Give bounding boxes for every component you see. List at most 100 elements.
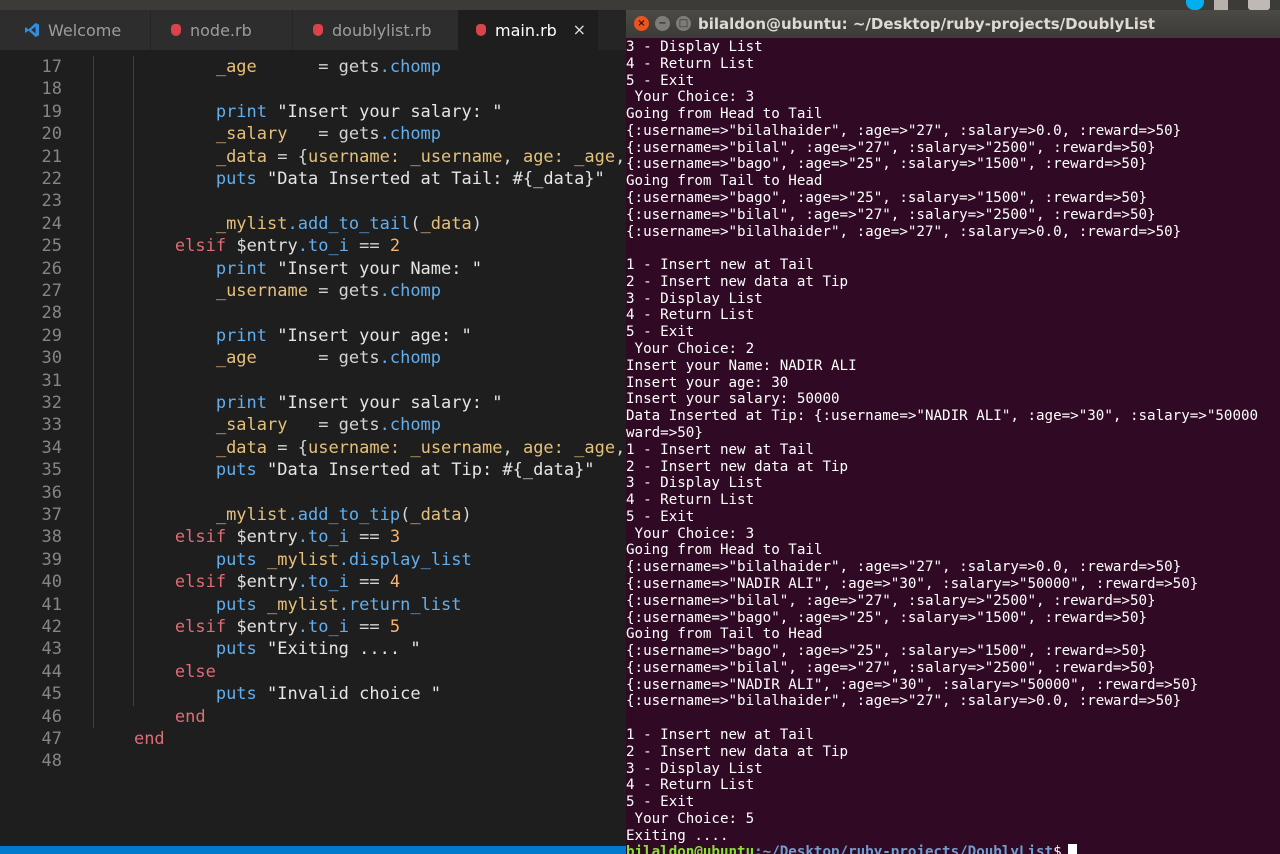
code-line: 28 (0, 302, 626, 324)
code-line: 34 _data = {username: _username, age: _a… (0, 437, 626, 459)
code-token: print (215, 258, 268, 279)
code-line: 47 end (0, 728, 626, 750)
terminal-line: 4 - Return List (626, 492, 755, 509)
code-text: _salary = gets.chomp (215, 124, 442, 145)
code-line: 42 elsif $entry.to_i == 5 (0, 616, 626, 638)
maximize-window-icon[interactable]: □ (676, 16, 691, 31)
tab-label: doublylist.rb (332, 20, 432, 40)
code-line: 31 (0, 370, 626, 392)
tab-main-rb[interactable]: main.rb × (458, 10, 598, 50)
code-line: 17 _age = gets.chomp (0, 56, 626, 78)
close-window-icon[interactable]: × (634, 16, 649, 31)
code-line: 19 print "Insert your salary: " (0, 101, 626, 123)
line-number: 31 (41, 370, 62, 391)
code-text: puts "Data Inserted at Tail: #{_data}" (93, 168, 605, 190)
system-top-bar (0, 0, 1280, 10)
code-token: "Data Inserted at Tip: #{_data}" (267, 460, 595, 481)
line-number: 44 (41, 661, 62, 682)
code-token: "Exiting .... " (267, 639, 421, 660)
code-text: _age = gets.chomp (215, 57, 442, 77)
code-line: 41 puts _mylist.return_list (0, 594, 626, 616)
keyboard-layout-icon[interactable] (1248, 0, 1270, 10)
code-token: "Insert your age: " (277, 325, 472, 346)
skype-tray-icon[interactable] (1186, 0, 1204, 10)
code-text: elsif $entry.to_i == 3 (174, 527, 401, 548)
code-token: _age (215, 57, 257, 77)
terminal-line: {:username=>"bilal", :age=>"27", :salary… (626, 592, 1156, 609)
terminal-line: 5 - Exit (626, 72, 695, 89)
code-line: 46 end (0, 706, 626, 728)
tray-indicator-icon[interactable] (1214, 0, 1228, 10)
code-token: _age (574, 146, 616, 167)
code-line: 26 print "Insert your Name: " (0, 258, 626, 280)
code-token: elsif (174, 572, 227, 593)
editor-tab-bar: Welcome node.rb doublylist.rb main.rb × (0, 10, 626, 50)
terminal-line: 4 - Return List (626, 777, 755, 794)
code-token: $entry (236, 527, 298, 548)
code-line: 24 _mylist.add_to_tail(_data) (0, 213, 626, 235)
terminal-line: 3 - Display List (626, 290, 763, 307)
terminal-line: Insert your salary: 50000 (626, 391, 840, 408)
code-token: username: (307, 146, 401, 167)
code-line: 27 _username = gets.chomp (0, 280, 626, 302)
code-text: _data = {username: _username, age: _age,… (215, 146, 626, 167)
terminal-line: {:username=>"NADIR ALI", :age=>"30", :sa… (626, 575, 1199, 592)
code-token: .add_to_tail (287, 213, 411, 234)
code-text: _data = {username: _username, age: _age,… (215, 437, 626, 458)
code-line: 38 elsif $entry.to_i == 3 (0, 526, 626, 548)
code-token: else (174, 661, 216, 682)
terminal-prompt[interactable]: bilaldon@ubuntu:~/Desktop/ruby-projects/… (626, 844, 1077, 854)
prompt-symbol: $ (1053, 844, 1062, 854)
terminal-line: Insert your Name: NADIR ALI (626, 357, 857, 374)
line-number: 19 (41, 101, 62, 122)
terminal-line: {:username=>"bilal", :age=>"27", :salary… (626, 206, 1156, 223)
close-tab-icon[interactable]: × (573, 20, 586, 39)
line-number: 42 (41, 617, 62, 637)
tab-welcome[interactable]: Welcome (0, 10, 150, 50)
code-token: end (133, 729, 165, 749)
code-token: elsif (174, 617, 227, 637)
code-token: print (215, 325, 268, 346)
code-token: puts (215, 639, 257, 660)
code-token: .chomp (379, 281, 442, 301)
line-number: 37 (41, 505, 62, 525)
tab-node-rb[interactable]: node.rb (150, 10, 292, 50)
terminal-line: Going from Tail to Head (626, 173, 823, 190)
terminal-line: 5 - Exit (626, 794, 695, 811)
terminal-line: Your Choice: 2 (626, 341, 755, 358)
terminal-line: Exiting .... (626, 827, 729, 844)
terminal-line: Going from Head to Tail (626, 542, 823, 559)
code-token: .to_i (297, 572, 349, 593)
code-token: end (174, 706, 206, 727)
code-token: 3 (389, 527, 401, 548)
code-area[interactable]: 17 _age = gets.chomp 18 19 print "Insert y… (0, 55, 626, 835)
line-number: 20 (41, 124, 62, 145)
terminal-line: 3 - Display List (626, 760, 763, 777)
terminal-output[interactable]: 3 - Display List 4 - Return List 5 - Exit … (626, 39, 1280, 854)
line-number: 34 (41, 437, 62, 458)
line-number: 47 (41, 729, 62, 749)
minimize-window-icon[interactable]: − (655, 16, 670, 31)
line-number: 28 (41, 303, 62, 324)
terminal-line: {:username=>"bago", :age=>"25", :salary=… (626, 643, 1148, 660)
terminal-line: {:username=>"bilalhaider", :age=>"27", :… (626, 693, 1182, 710)
line-number: 41 (41, 594, 62, 615)
terminal-line: Data Inserted at Tip: {:username=>"NADIR… (626, 408, 1259, 425)
code-line: 37 _mylist.add_to_tip(_data) (0, 504, 626, 526)
line-number: 18 (41, 79, 62, 100)
code-token: _salary (215, 415, 288, 436)
text-cursor (1067, 844, 1077, 854)
code-token: elsif (174, 527, 227, 548)
code-token: "Insert your Name: " (277, 258, 482, 279)
terminal-line: 1 - Insert new at Tail (626, 441, 814, 458)
code-token: .return_list (338, 594, 462, 615)
code-token: .display_list (338, 549, 472, 570)
tab-doublylist-rb[interactable]: doublylist.rb (292, 10, 458, 50)
code-text: puts _mylist.display_list (93, 549, 472, 571)
terminal-line: {:username=>"bilal", :age=>"27", :salary… (626, 139, 1156, 156)
line-number: 33 (41, 415, 62, 436)
terminal-line: {:username=>"bilalhaider", :age=>"27", :… (626, 559, 1182, 576)
code-text: puts "Invalid choice " (93, 683, 441, 705)
code-token: $entry (236, 572, 298, 593)
ruby-file-icon (476, 24, 486, 36)
